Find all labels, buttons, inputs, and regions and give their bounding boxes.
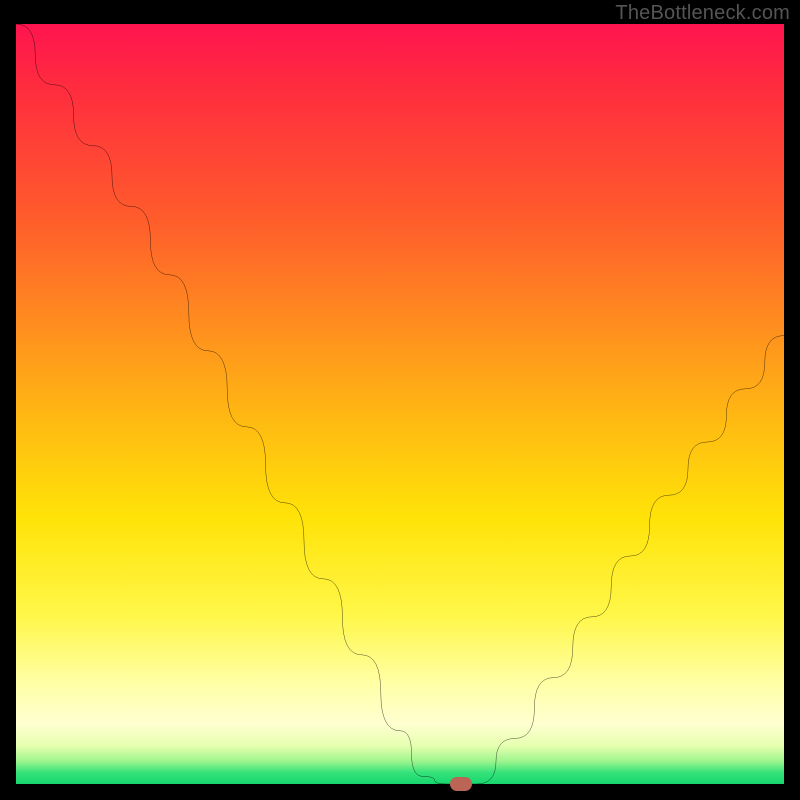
watermark-text: TheBottleneck.com xyxy=(615,2,790,25)
optimum-marker xyxy=(450,777,472,791)
plot-area xyxy=(16,24,784,784)
curve-path xyxy=(16,24,784,784)
bottleneck-curve xyxy=(16,24,784,784)
chart-frame: TheBottleneck.com xyxy=(0,0,800,800)
